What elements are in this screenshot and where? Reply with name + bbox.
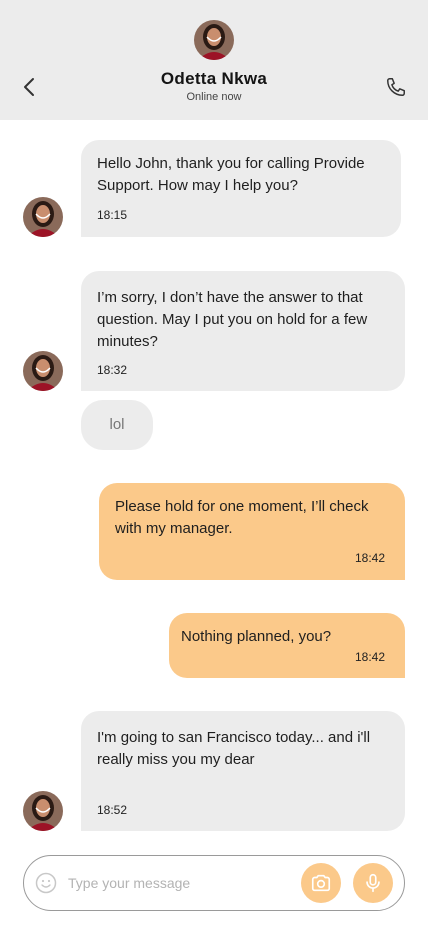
message-text: Please hold for one moment, I’ll check w… xyxy=(115,498,369,537)
sender-avatar xyxy=(23,197,63,237)
microphone-icon xyxy=(366,873,380,893)
message-input[interactable] xyxy=(68,870,288,896)
chat-header: Odetta Nkwa Online now xyxy=(0,0,428,120)
sender-avatar xyxy=(23,791,63,831)
message-text: Nothing planned, you? xyxy=(181,628,332,645)
camera-icon xyxy=(311,874,331,892)
camera-button[interactable] xyxy=(301,863,341,903)
contact-name: Odetta Nkwa xyxy=(160,69,268,88)
message-bubble[interactable]: I’m sorry, I don’t have the answer to th… xyxy=(81,271,405,391)
contact-status: Online now xyxy=(186,91,242,103)
message-composer xyxy=(23,855,405,911)
message-bubble[interactable]: Nothing planned, you? 18:42 xyxy=(169,613,405,678)
message-time: 18:42 xyxy=(354,551,385,565)
contact-avatar[interactable] xyxy=(194,20,234,60)
message-text: Hello John, thank you for calling Provid… xyxy=(97,155,365,194)
message-time: 18:42 xyxy=(354,650,385,664)
message-text: I’m sorry, I don’t have the answer to th… xyxy=(97,289,368,350)
message-bubble[interactable]: Please hold for one moment, I’ll check w… xyxy=(99,483,405,580)
call-button[interactable] xyxy=(382,73,410,101)
microphone-button[interactable] xyxy=(353,863,393,903)
message-text: lol xyxy=(109,416,125,433)
smiley-icon[interactable] xyxy=(35,872,57,894)
message-time: 18:15 xyxy=(97,208,128,222)
message-text: I'm going to san Francisco today... and … xyxy=(97,729,371,768)
phone-icon xyxy=(387,78,405,96)
message-time: 18:52 xyxy=(97,803,128,817)
sender-avatar xyxy=(23,351,63,391)
message-bubble[interactable]: lol xyxy=(81,400,153,450)
message-bubble[interactable]: I'm going to san Francisco today... and … xyxy=(81,711,405,831)
message-bubble[interactable]: Hello John, thank you for calling Provid… xyxy=(81,140,401,237)
message-time: 18:32 xyxy=(97,363,128,377)
